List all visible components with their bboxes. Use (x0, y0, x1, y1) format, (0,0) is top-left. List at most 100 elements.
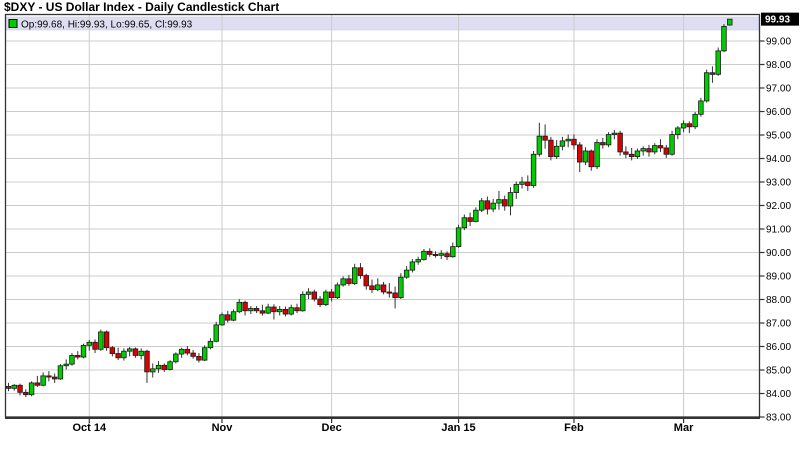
candle-body (646, 148, 652, 153)
candle-body (167, 361, 173, 370)
y-tick-label: 95.00 (766, 131, 791, 142)
candle (467, 212, 473, 227)
candle-body (300, 293, 306, 312)
y-tick-label: 91.00 (766, 225, 791, 236)
candle (242, 300, 248, 316)
x-tick-label: Feb (564, 422, 584, 434)
candle (398, 273, 404, 300)
x-axis: Oct 14 Nov Dec Jan 15 Feb Mar (72, 418, 694, 434)
candle (219, 312, 225, 326)
candle (611, 129, 618, 140)
candle (530, 150, 537, 188)
candle-body (502, 199, 508, 207)
candle (369, 279, 375, 293)
candle-body (282, 308, 289, 315)
candle (80, 343, 87, 359)
candle-body (190, 352, 196, 357)
candle (288, 304, 294, 316)
candle-body (634, 150, 641, 158)
candle (709, 66, 716, 83)
candle (11, 384, 17, 391)
candle-body (698, 100, 704, 115)
candle (351, 263, 358, 285)
candle-body (334, 284, 341, 299)
candle (213, 321, 219, 343)
candle (571, 134, 577, 150)
candle (657, 139, 664, 152)
candle (455, 224, 462, 248)
candle (144, 349, 150, 383)
candle-body (69, 355, 75, 365)
candle-body (317, 298, 323, 306)
y-tick-label: 90.00 (766, 248, 791, 259)
candle-body (178, 348, 185, 355)
candle-body (207, 340, 214, 349)
candle (427, 248, 433, 257)
dxy-candlestick-chart: $DXY - US Dollar Index - Daily Candlesti… (0, 0, 800, 454)
candle-body (600, 142, 606, 146)
candle (173, 352, 179, 364)
ohlc-legend: Op:99.68, Hi:99.93, Lo:99.65, Cl:99.93 (8, 19, 193, 31)
candle-body (5, 386, 12, 389)
candle-body (121, 350, 127, 359)
candle (196, 353, 202, 363)
candle-body (669, 134, 675, 155)
candle (375, 278, 381, 292)
candle (201, 345, 208, 362)
legend-marker (8, 19, 18, 28)
candle (300, 291, 306, 312)
candle-body (703, 72, 710, 102)
candle (605, 132, 612, 148)
candle-body (305, 291, 312, 295)
candle (519, 176, 525, 189)
candle (86, 339, 92, 351)
candle-body (686, 123, 693, 128)
y-tick-label: 86.00 (766, 342, 791, 353)
candle-body (40, 375, 46, 386)
candle (276, 306, 283, 316)
candle (40, 372, 46, 387)
candle-body (109, 347, 116, 354)
candle-body (98, 331, 104, 350)
x-tick-label: Dec (322, 422, 342, 434)
candle (663, 144, 669, 159)
candle-body (386, 291, 393, 294)
candle (502, 195, 508, 211)
candle-body (530, 153, 537, 186)
candle-body (525, 181, 531, 186)
candle (721, 24, 727, 53)
candle-body (623, 151, 629, 155)
candle-body (23, 391, 29, 396)
y-tick-label: 84.00 (766, 389, 791, 400)
candle-body (559, 140, 566, 147)
candle (727, 18, 733, 26)
candle-body (709, 72, 716, 75)
candle-body (351, 267, 358, 284)
candle-body (542, 135, 548, 141)
candle-body (652, 145, 658, 153)
candle-body (565, 138, 571, 142)
candle (138, 348, 144, 360)
candle-body (380, 284, 387, 293)
candle (323, 289, 329, 307)
candle (248, 306, 254, 315)
candle-body (403, 269, 410, 278)
candle (634, 148, 641, 159)
candle (340, 276, 346, 287)
candle-body (409, 261, 416, 271)
candle (259, 304, 266, 316)
candle-body (144, 350, 150, 373)
candle-body (519, 181, 525, 185)
candle (703, 69, 710, 103)
candle (63, 359, 69, 370)
candle (403, 266, 410, 279)
candle-body (357, 267, 364, 276)
candle-body (392, 292, 398, 299)
candle (461, 214, 468, 231)
candle (253, 306, 260, 314)
candle-body (242, 301, 248, 312)
candle-body (594, 142, 600, 168)
candle (698, 97, 704, 117)
candle (57, 364, 64, 380)
candle-body (369, 285, 375, 291)
